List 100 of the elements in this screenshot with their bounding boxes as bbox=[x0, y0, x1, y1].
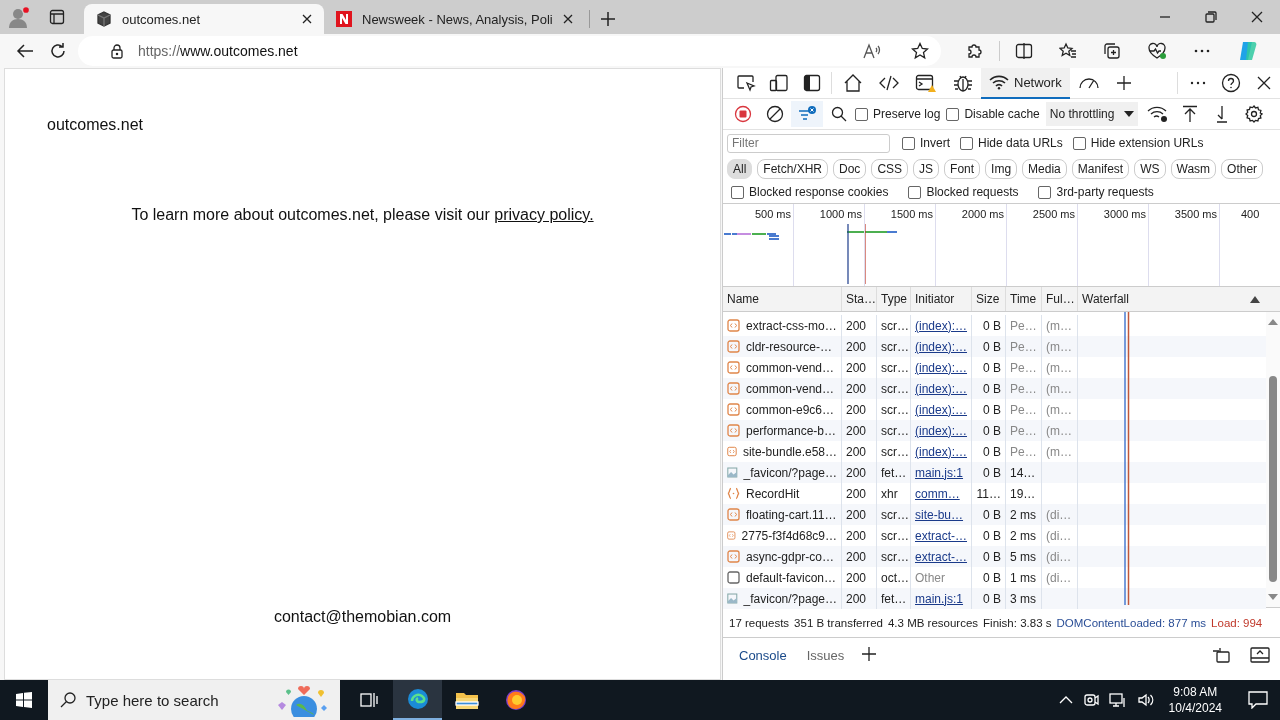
inspect-icon[interactable] bbox=[735, 74, 756, 92]
request-name-cell[interactable]: cldr-resource-… bbox=[723, 336, 842, 357]
scroll-down-icon[interactable] bbox=[1268, 593, 1278, 601]
download-icon[interactable] bbox=[1216, 105, 1229, 123]
new-tab-icon[interactable] bbox=[599, 11, 616, 27]
filter-icon[interactable] bbox=[797, 105, 817, 123]
request-name-cell[interactable]: performance-b… bbox=[723, 420, 842, 441]
checkbox[interactable] bbox=[1072, 136, 1086, 150]
column-header[interactable]: Type bbox=[877, 287, 911, 311]
browser-tab[interactable]: Newsweek - News, Analysis, Poli bbox=[324, 4, 585, 34]
close-icon[interactable] bbox=[1251, 11, 1263, 23]
chevron-up-icon[interactable] bbox=[1058, 695, 1073, 705]
checkbox[interactable] bbox=[946, 107, 960, 121]
initiator-link[interactable]: (index):… bbox=[915, 444, 967, 459]
notification-icon[interactable] bbox=[1248, 691, 1268, 709]
type-filter-chip[interactable]: Wasm bbox=[1170, 158, 1217, 179]
initiator-link[interactable]: comm… bbox=[915, 486, 960, 501]
close-icon[interactable] bbox=[302, 14, 312, 24]
initiator-link[interactable]: (index):… bbox=[915, 360, 967, 375]
dock-side-icon[interactable] bbox=[802, 74, 821, 92]
type-filter-chip[interactable]: Img bbox=[985, 158, 1018, 179]
type-filter-chip[interactable]: Manifest bbox=[1071, 158, 1130, 179]
favorite-star-icon[interactable] bbox=[911, 42, 929, 60]
volume-icon[interactable] bbox=[1136, 692, 1155, 708]
add-panel-icon[interactable] bbox=[1116, 75, 1133, 91]
scrollbar[interactable] bbox=[1266, 312, 1280, 607]
type-filter-chip[interactable]: WS bbox=[1134, 158, 1166, 179]
type-filter-chip[interactable]: All bbox=[727, 158, 753, 179]
column-header[interactable]: Size bbox=[972, 287, 1006, 311]
request-name-cell[interactable]: common-vend… bbox=[723, 378, 842, 399]
initiator-link[interactable]: (index):… bbox=[915, 339, 967, 354]
search-icon[interactable] bbox=[831, 106, 847, 122]
heartbeat-icon[interactable] bbox=[1147, 42, 1167, 60]
request-name-cell[interactable]: async-gdpr-co… bbox=[723, 546, 842, 567]
initiator-link[interactable]: extract-… bbox=[915, 549, 967, 564]
request-name-cell[interactable]: floating-cart.11… bbox=[723, 504, 842, 525]
clear-icon[interactable] bbox=[766, 105, 784, 123]
back-icon[interactable] bbox=[15, 42, 34, 60]
camera-icon[interactable] bbox=[1082, 692, 1099, 708]
dock-bottom-icon[interactable] bbox=[1250, 647, 1270, 663]
scroll-up-icon[interactable] bbox=[1268, 318, 1278, 326]
throttling-dropdown[interactable]: No throttling bbox=[1045, 102, 1139, 126]
checkbox[interactable] bbox=[902, 136, 915, 150]
read-aloud-icon[interactable] bbox=[863, 42, 883, 60]
add-tab-icon[interactable] bbox=[862, 646, 877, 661]
sort-up-icon[interactable] bbox=[1250, 295, 1260, 303]
browser-tab[interactable]: outcomes.net bbox=[84, 4, 324, 34]
initiator-link[interactable]: (index):… bbox=[915, 402, 967, 417]
type-filter-chip[interactable]: CSS bbox=[871, 158, 909, 179]
clock-time[interactable]: 9:08 AM bbox=[1173, 684, 1218, 700]
column-header[interactable]: Initiator bbox=[911, 287, 972, 311]
initiator-link[interactable]: main.js:1 bbox=[915, 591, 964, 606]
column-header[interactable]: Sta… bbox=[842, 287, 877, 311]
split-screen-icon[interactable] bbox=[1015, 42, 1033, 60]
checkbox[interactable] bbox=[855, 107, 868, 121]
column-header[interactable]: Name bbox=[723, 287, 842, 311]
privacy-policy-link[interactable]: privacy policy. bbox=[494, 206, 594, 223]
puzzle-icon[interactable] bbox=[966, 42, 984, 60]
type-filter-chip[interactable]: Fetch/XHR bbox=[757, 158, 829, 179]
clock-date[interactable]: 10/4/2024 bbox=[1168, 700, 1222, 716]
restore-icon[interactable] bbox=[1205, 11, 1217, 23]
request-name-cell[interactable]: _favicon/?page… bbox=[723, 462, 842, 483]
request-name-cell[interactable]: _favicon/?page… bbox=[723, 588, 842, 609]
checkbox[interactable] bbox=[1038, 185, 1052, 199]
profile-icon[interactable] bbox=[7, 5, 31, 29]
column-header[interactable]: Time bbox=[1006, 287, 1042, 311]
close-icon[interactable] bbox=[562, 14, 573, 24]
column-header[interactable]: Ful… bbox=[1042, 287, 1078, 311]
type-filter-chip[interactable]: Doc bbox=[833, 158, 867, 179]
terminal-warning-icon[interactable] bbox=[915, 73, 937, 93]
type-filter-chip[interactable]: Other bbox=[1221, 158, 1264, 179]
checkbox[interactable] bbox=[731, 185, 744, 199]
initiator-link[interactable]: extract-… bbox=[915, 528, 967, 543]
undock-icon[interactable] bbox=[1212, 647, 1230, 663]
initiator-link[interactable]: main.js:1 bbox=[915, 465, 964, 480]
taskbar-search-field[interactable]: Type here to search bbox=[48, 680, 340, 720]
type-filter-chip[interactable]: JS bbox=[913, 158, 940, 179]
initiator-link[interactable]: (index):… bbox=[915, 381, 967, 396]
column-header[interactable]: Waterfall bbox=[1082, 292, 1129, 306]
upload-icon[interactable] bbox=[1182, 105, 1199, 123]
panel-tab[interactable]: Network bbox=[981, 68, 1070, 99]
favorites-icon[interactable] bbox=[1059, 42, 1077, 60]
checkbox[interactable] bbox=[908, 185, 922, 199]
close-icon[interactable] bbox=[1256, 76, 1271, 90]
type-filter-chip[interactable]: Font bbox=[944, 158, 981, 179]
network-conditions-icon[interactable] bbox=[1147, 105, 1170, 123]
taskbar-app[interactable] bbox=[393, 680, 442, 720]
filter-field[interactable]: Filter bbox=[727, 133, 890, 153]
initiator-link[interactable]: (index):… bbox=[915, 423, 967, 438]
help-icon[interactable] bbox=[1220, 73, 1241, 93]
code-icon[interactable] bbox=[879, 73, 899, 93]
record-button[interactable] bbox=[734, 105, 752, 123]
network-icon[interactable] bbox=[1108, 692, 1127, 708]
wifi-icon[interactable] bbox=[989, 74, 1009, 90]
bug-icon[interactable] bbox=[953, 73, 973, 93]
drawer-tab[interactable]: Issues bbox=[796, 638, 855, 672]
settings-icon[interactable] bbox=[1245, 105, 1264, 123]
initiator-link[interactable]: site-bu… bbox=[915, 507, 964, 522]
device-emulation-icon[interactable] bbox=[768, 74, 789, 92]
tab-actions-icon[interactable] bbox=[49, 9, 65, 25]
